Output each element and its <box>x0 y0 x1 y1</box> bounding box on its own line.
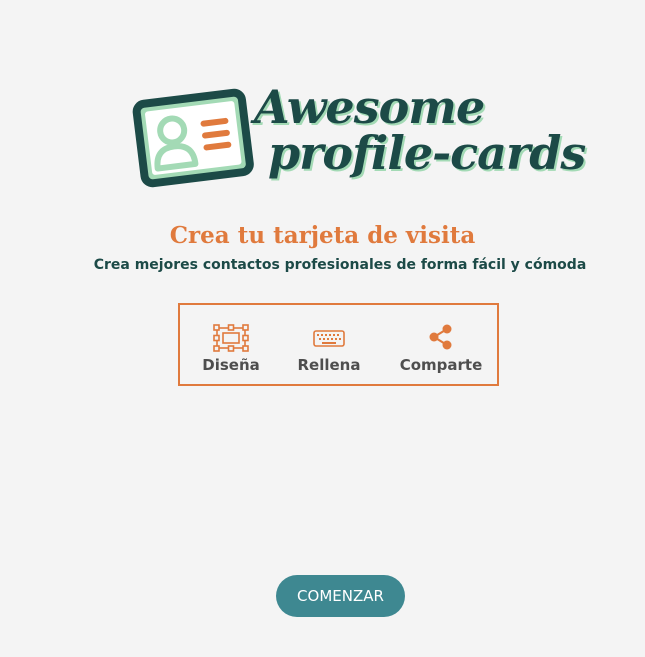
page-title: Crea tu tarjeta de visita <box>169 222 476 249</box>
page-subtitle: Crea mejores contactos profesionales de … <box>93 257 587 273</box>
keyboard-icon <box>313 330 345 347</box>
start-button[interactable]: COMENZAR <box>276 575 405 617</box>
step-fill: Rellena <box>274 305 384 385</box>
brand-logo: Awesome profile-cards <box>128 80 586 195</box>
design-frame-icon <box>213 324 249 352</box>
steps-box: Diseña Rellena Comparte <box>178 303 499 386</box>
share-icon <box>429 324 452 350</box>
logo-line-2: profile-cards <box>268 126 586 180</box>
step-share: Comparte <box>386 305 496 385</box>
logo-wordmark: Awesome profile-cards <box>254 80 586 194</box>
profile-card-icon <box>132 88 254 188</box>
step-design: Diseña <box>176 305 286 385</box>
step-share-label: Comparte <box>399 356 483 374</box>
step-design-label: Diseña <box>202 356 260 374</box>
step-fill-label: Rellena <box>297 356 361 374</box>
